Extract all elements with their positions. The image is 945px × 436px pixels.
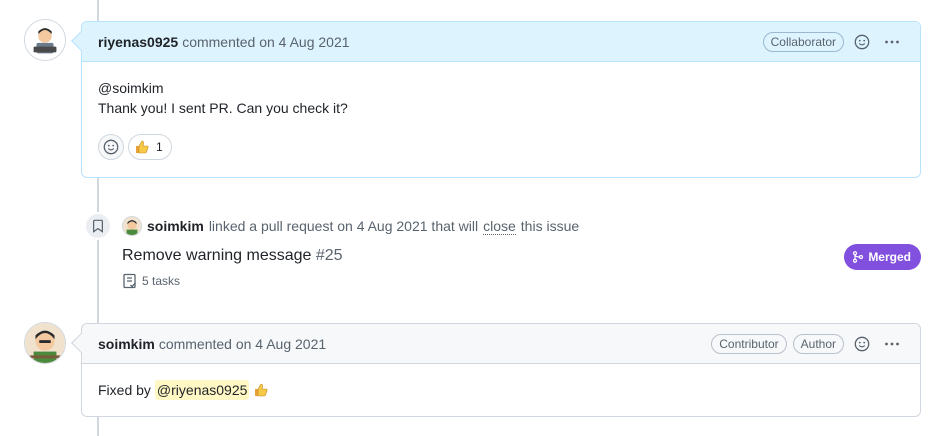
- comment-timestamp[interactable]: commented on 4 Aug 2021: [159, 336, 326, 352]
- avatar-soimkim-small[interactable]: [122, 216, 142, 236]
- comment-timestamp[interactable]: commented on 4 Aug 2021: [182, 34, 349, 50]
- pr-title[interactable]: Remove warning message: [122, 247, 311, 264]
- event-actor[interactable]: soimkim: [147, 218, 204, 234]
- smiley-icon: [103, 139, 119, 155]
- pr-title-link[interactable]: Remove warning message #25: [122, 247, 343, 265]
- tasklist-icon: [123, 273, 136, 289]
- comment-line-mention: @soimkim: [98, 80, 164, 96]
- user-mention-link[interactable]: @riyenas0925: [154, 380, 250, 400]
- merged-label: Merged: [868, 250, 911, 264]
- reactions-bar: 1: [98, 134, 904, 160]
- kebab-icon[interactable]: [880, 30, 904, 54]
- comment-line-text: Thank you! I sent PR. Can you check it?: [98, 100, 348, 116]
- event-close-word: close: [483, 217, 516, 235]
- add-reaction-button[interactable]: [98, 134, 124, 160]
- bookmark-icon: [84, 212, 112, 240]
- author-badge: Author: [792, 333, 844, 354]
- pr-tasks-count: 5 tasks: [142, 274, 181, 288]
- comment-author[interactable]: riyenas0925: [98, 34, 178, 50]
- pr-tasks: 5 tasks: [122, 273, 180, 289]
- contributor-badge: Contributor: [711, 333, 787, 354]
- comment-header: soimkim commented on 4 Aug 2021 Contribu…: [82, 324, 920, 364]
- thumbsup-icon: [255, 383, 268, 397]
- avatar-soimkim[interactable]: [24, 322, 66, 364]
- thumbsup-reaction-button[interactable]: 1: [128, 134, 172, 160]
- merge-icon: [853, 251, 864, 263]
- comment-soimkim: soimkim commented on 4 Aug 2021 Contribu…: [71, 323, 921, 417]
- comment-author[interactable]: soimkim: [98, 336, 155, 352]
- collaborator-badge: Collaborator: [762, 31, 844, 52]
- smiley-icon[interactable]: [850, 332, 874, 356]
- kebab-icon[interactable]: [880, 332, 904, 356]
- comment-body: Fixed by @riyenas0925: [82, 364, 920, 416]
- comment-body: @soimkim Thank you! I sent PR. Can you c…: [82, 62, 920, 176]
- comment-riyenas0925: riyenas0925 commented on 4 Aug 2021 Coll…: [71, 21, 921, 178]
- event-line: soimkim linked a pull request on 4 Aug 2…: [122, 216, 579, 236]
- avatar-riyenas0925[interactable]: [24, 19, 66, 61]
- merged-status-badge: Merged: [844, 244, 921, 270]
- event-text-after: this issue: [520, 218, 580, 234]
- comment-header: riyenas0925 commented on 4 Aug 2021 Coll…: [82, 22, 920, 62]
- thumbsup-icon: [136, 140, 149, 154]
- linked-pr-event: soimkim linked a pull request on 4 Aug 2…: [84, 212, 924, 292]
- smiley-icon[interactable]: [850, 30, 874, 54]
- event-text-before: linked a pull request on 4 Aug 2021 that…: [208, 218, 479, 234]
- reaction-count: 1: [156, 140, 163, 154]
- comment-text: Fixed by: [98, 382, 151, 398]
- pr-number: #25: [315, 247, 343, 264]
